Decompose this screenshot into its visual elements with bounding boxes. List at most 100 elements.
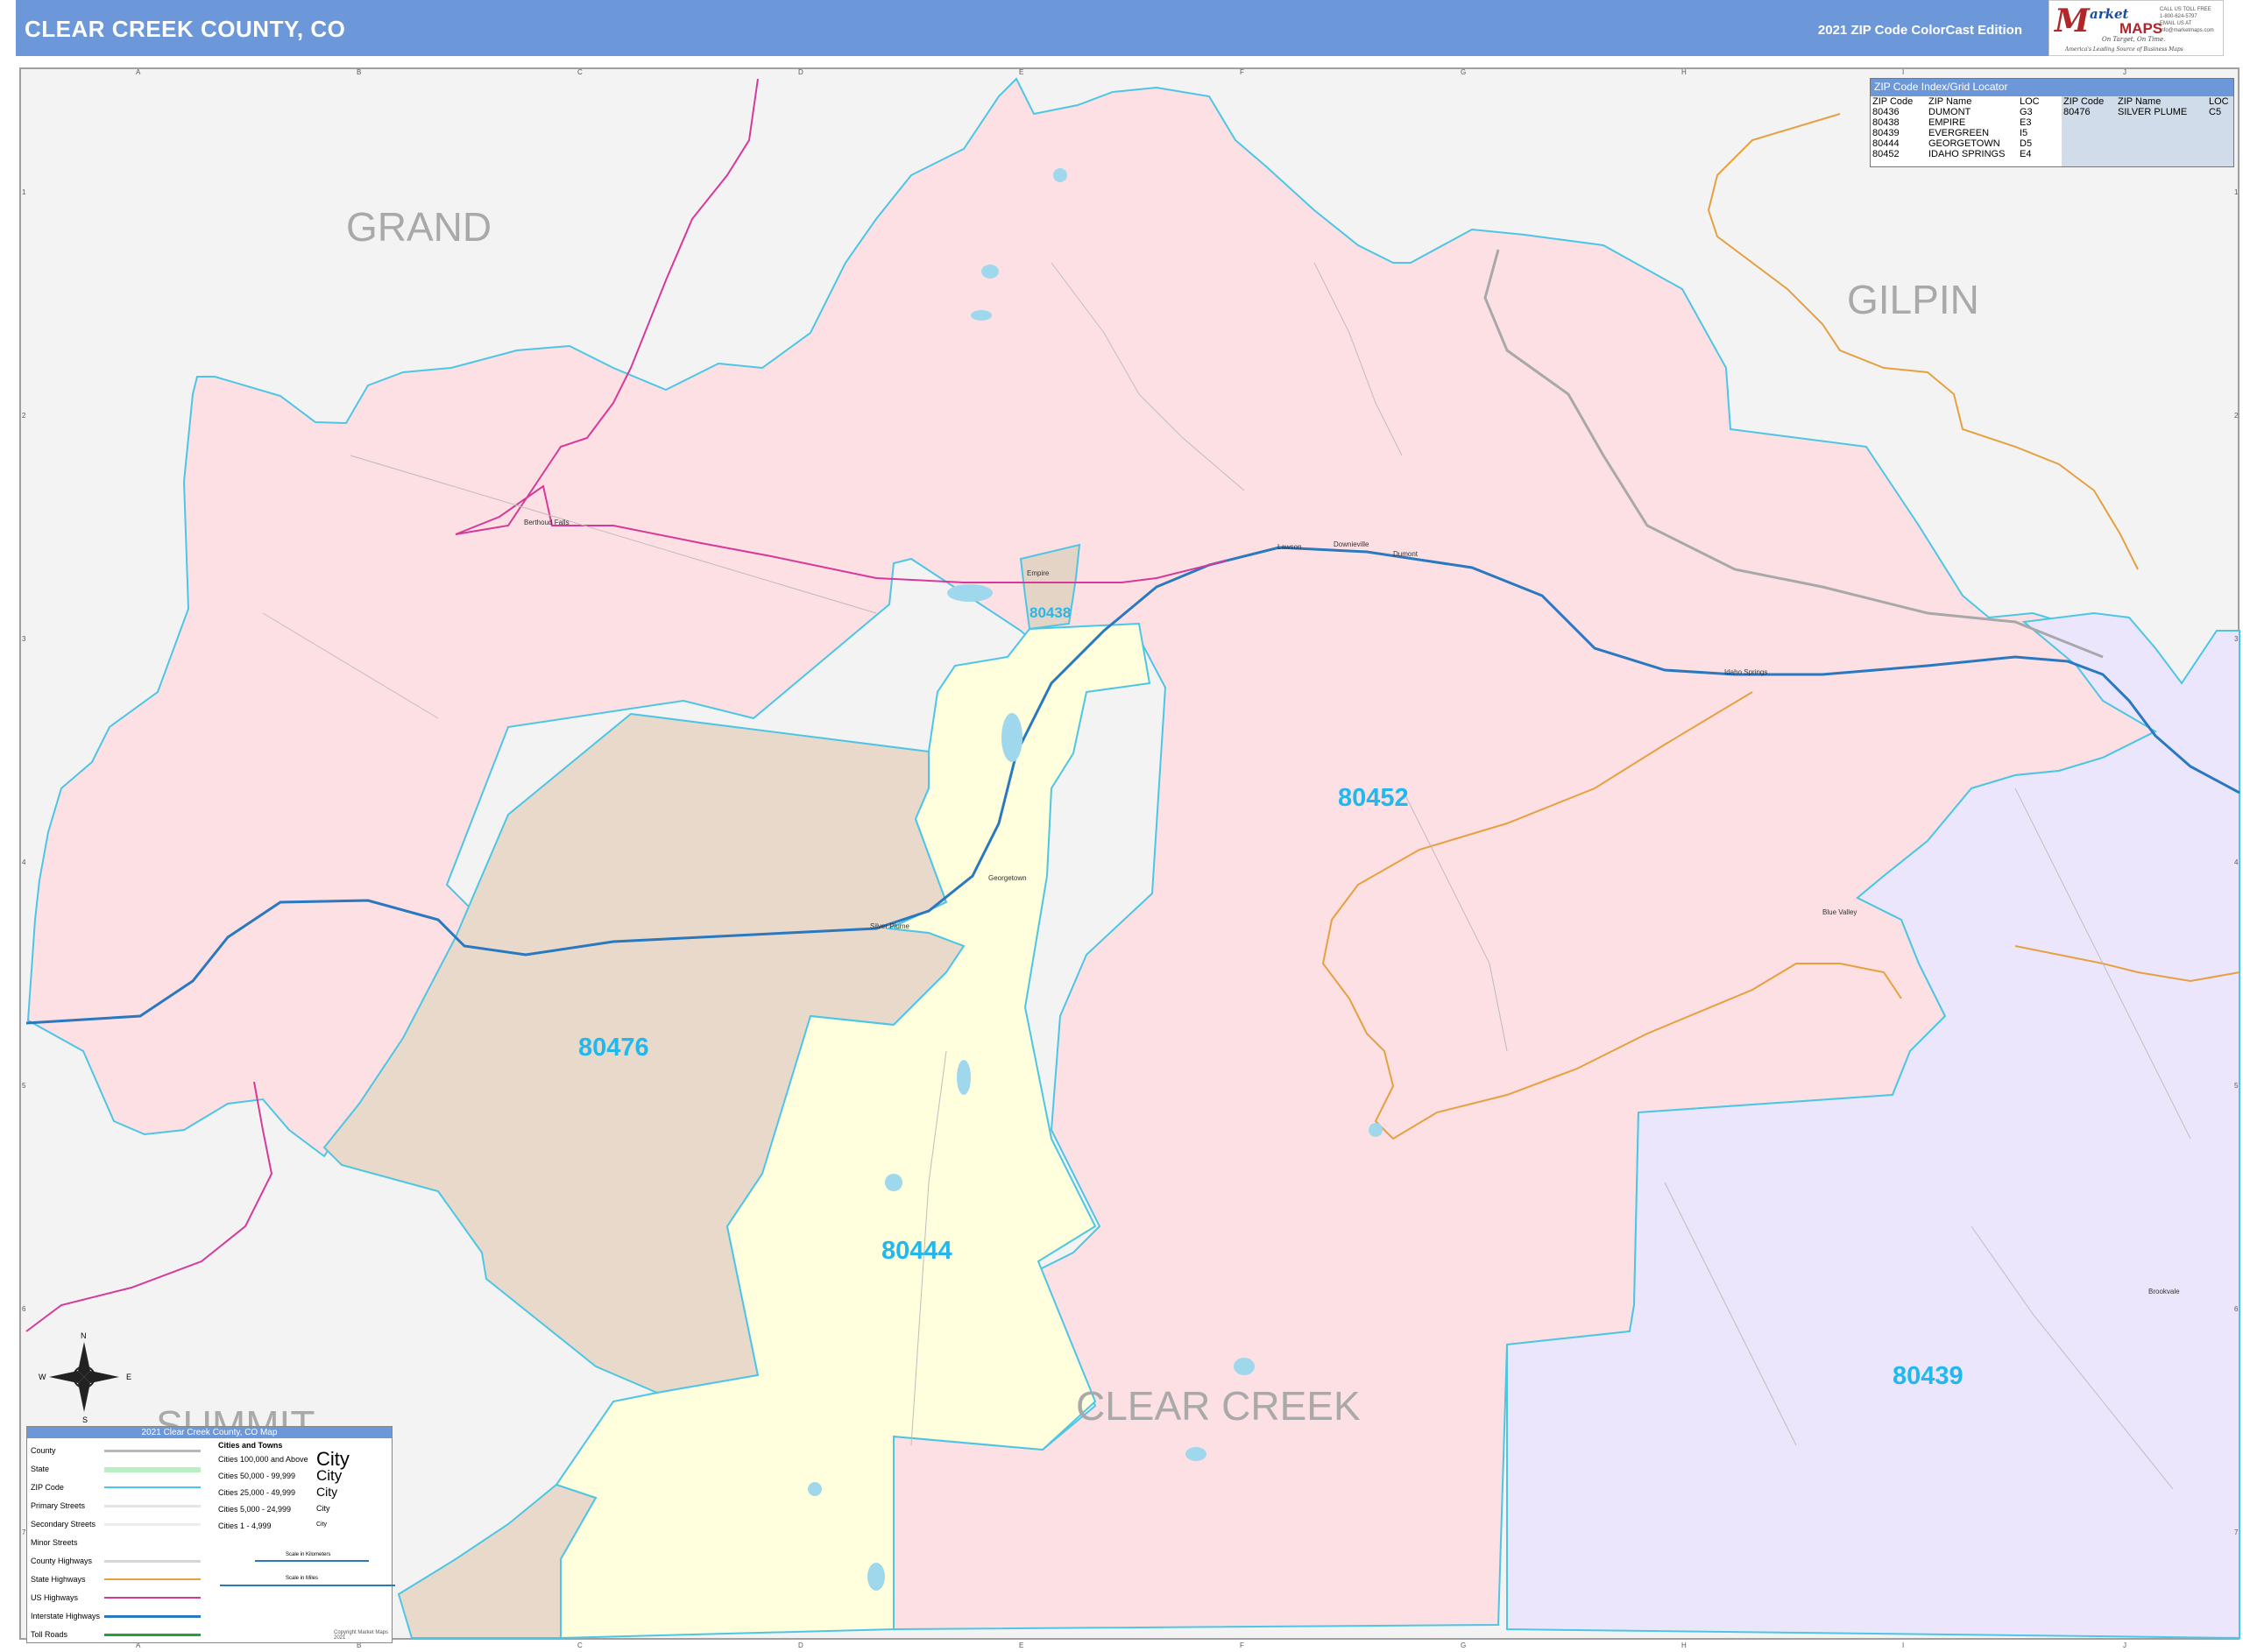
legend-item-toll: Toll Roads	[31, 1630, 68, 1639]
grid-col-a: A	[136, 68, 141, 76]
grid-col-i: I	[1902, 68, 1905, 76]
legend-line-primary	[104, 1505, 201, 1507]
grid-col-d: D	[798, 68, 803, 76]
grid-col-j: J	[2123, 68, 2126, 76]
grid-col-h: H	[1681, 68, 1687, 76]
county-label-gilpin: GILPIN	[1847, 277, 1979, 322]
legend-footer: Copyright Market Maps 2021	[334, 1630, 389, 1641]
legend-item-minor: Minor Streets	[31, 1538, 78, 1547]
zip-label-80438[interactable]: 80438	[1030, 604, 1071, 622]
legend-item-state: State	[31, 1465, 50, 1473]
town-label-brookvale: Brookvale	[2148, 1288, 2180, 1295]
legend-item-primary: Primary Streets	[31, 1501, 86, 1510]
grid-row-1: 1	[22, 188, 26, 196]
grid-row-2: 2	[22, 412, 26, 420]
legend-line-state	[104, 1467, 201, 1472]
zip-label-80452[interactable]: 80452	[1338, 784, 1409, 813]
compass-n: N	[81, 1331, 87, 1340]
legend-scale-bar-mi	[220, 1585, 395, 1586]
grid-row-7-right: 7	[2234, 1528, 2239, 1536]
legend-line-us-hwy	[104, 1597, 201, 1599]
legend-title: 2021 Clear Creek County, CO Map	[27, 1427, 392, 1438]
zip-index-col-loc: LOC G3 E3 I5 D5 E4	[2020, 96, 2040, 159]
map-legend: 2021 Clear Creek County, CO Map County S…	[26, 1426, 395, 1643]
legend-city-sample-3: City	[316, 1485, 338, 1499]
grid-row-6-right: 6	[2234, 1305, 2239, 1313]
grid-col-e: E	[1019, 68, 1024, 76]
legend-item-secondary: Secondary Streets	[31, 1520, 96, 1528]
zip-index-panel: ZIP Code Index/Grid Locator ZIP Code 804…	[1870, 78, 2234, 167]
county-label-grand: GRAND	[346, 204, 492, 250]
legend-city-class-1: Cities 100,000 and Above	[218, 1455, 308, 1464]
town-label-georgetown: Georgetown	[988, 874, 1027, 882]
legend-city-class-3: Cities 25,000 - 49,999	[218, 1488, 296, 1497]
grid-row-3-right: 3	[2234, 635, 2239, 643]
legend-line-zip	[104, 1486, 201, 1488]
grid-row-6: 6	[22, 1305, 26, 1313]
legend-item-county: County	[31, 1446, 56, 1455]
grid-col-f: F	[1240, 68, 1244, 76]
compass-e: E	[126, 1373, 132, 1381]
grid-row-2-right: 2	[2234, 412, 2239, 420]
legend-city-class-5: Cities 1 - 4,999	[218, 1521, 272, 1530]
legend-item-county-hwy: County Highways	[31, 1557, 93, 1565]
grid-col-g-bottom: G	[1461, 1641, 1467, 1649]
town-label-downieville: Downieville	[1334, 540, 1369, 548]
zip-index-col-loc-2: LOC C5	[2209, 96, 2229, 117]
grid-col-h-bottom: H	[1681, 1641, 1687, 1649]
legend-city-class-4: Cities 5,000 - 24,999	[218, 1505, 292, 1514]
town-label-silver-plume: Silver Plume	[870, 922, 909, 930]
compass-rose	[49, 1342, 119, 1412]
grid-row-3: 3	[22, 635, 26, 643]
zip-label-80476[interactable]: 80476	[578, 1034, 649, 1063]
legend-city-sample-2: City	[316, 1467, 343, 1484]
legend-city-sample-4: City	[316, 1504, 330, 1513]
grid-col-c: C	[577, 68, 583, 76]
legend-scale-km: Scale in Kilometers	[286, 1552, 331, 1557]
legend-line-interstate	[104, 1615, 201, 1618]
town-label-berthoud-falls: Berthoud Falls	[524, 519, 570, 526]
grid-row-4: 4	[22, 858, 26, 866]
legend-city-sample-5: City	[316, 1521, 328, 1528]
zip-index-col-name-2: ZIP Name SILVER PLUME	[2118, 96, 2188, 117]
town-label-empire: Empire	[1027, 569, 1050, 577]
legend-line-county-hwy	[104, 1560, 201, 1563]
grid-row-5: 5	[22, 1082, 26, 1090]
grid-col-f-bottom: F	[1240, 1641, 1244, 1649]
grid-row-5-right: 5	[2234, 1082, 2239, 1090]
zip-index-col-name: ZIP Name DUMONT EMPIRE EVERGREEN GEORGETOW…	[1928, 96, 2006, 159]
legend-city-class-2: Cities 50,000 - 99,999	[218, 1472, 296, 1480]
grid-row-4-right: 4	[2234, 858, 2239, 866]
legend-item-zip: ZIP Code	[31, 1483, 64, 1492]
legend-item-interstate: Interstate Highways	[31, 1612, 101, 1620]
compass-s: S	[82, 1415, 88, 1424]
legend-item-us-hwy: US Highways	[31, 1593, 79, 1602]
town-label-blue-valley: Blue Valley	[1822, 908, 1857, 916]
town-label-lawson: Lawson	[1277, 543, 1302, 551]
zip-label-80439[interactable]: 80439	[1893, 1362, 1964, 1391]
legend-cities-title: Cities and Towns	[218, 1441, 283, 1450]
grid-col-e-bottom: E	[1019, 1641, 1024, 1649]
grid-col-j-bottom: J	[2123, 1641, 2126, 1649]
grid-row-1-right: 1	[2234, 188, 2239, 196]
compass-w: W	[39, 1373, 46, 1381]
legend-scale-mi: Scale in Miles	[286, 1576, 319, 1581]
zip-index-col-zip: ZIP Code 80436 80438 80439 80444 80452	[1872, 96, 1914, 159]
zip-index-title: ZIP Code Index/Grid Locator	[1871, 79, 2233, 96]
grid-col-c-bottom: C	[577, 1641, 583, 1649]
legend-line-state-hwy	[104, 1578, 201, 1580]
legend-line-toll	[104, 1634, 201, 1636]
legend-scale-bar-km	[255, 1560, 369, 1562]
zip-label-80444[interactable]: 80444	[881, 1237, 952, 1266]
grid-col-d-bottom: D	[798, 1641, 803, 1649]
grid-row-7: 7	[22, 1528, 26, 1536]
legend-line-secondary	[104, 1523, 201, 1526]
legend-item-state-hwy: State Highways	[31, 1575, 86, 1584]
county-label-clear-creek: CLEAR CREEK	[1076, 1383, 1361, 1429]
legend-line-county	[104, 1450, 201, 1452]
zip-index-col-zip-2: ZIP Code 80476	[2063, 96, 2105, 117]
town-label-dumont: Dumont	[1393, 550, 1419, 558]
grid-col-b: B	[357, 68, 362, 76]
town-label-idaho-springs: Idaho Springs	[1724, 668, 1768, 676]
grid-col-g: G	[1461, 68, 1467, 76]
